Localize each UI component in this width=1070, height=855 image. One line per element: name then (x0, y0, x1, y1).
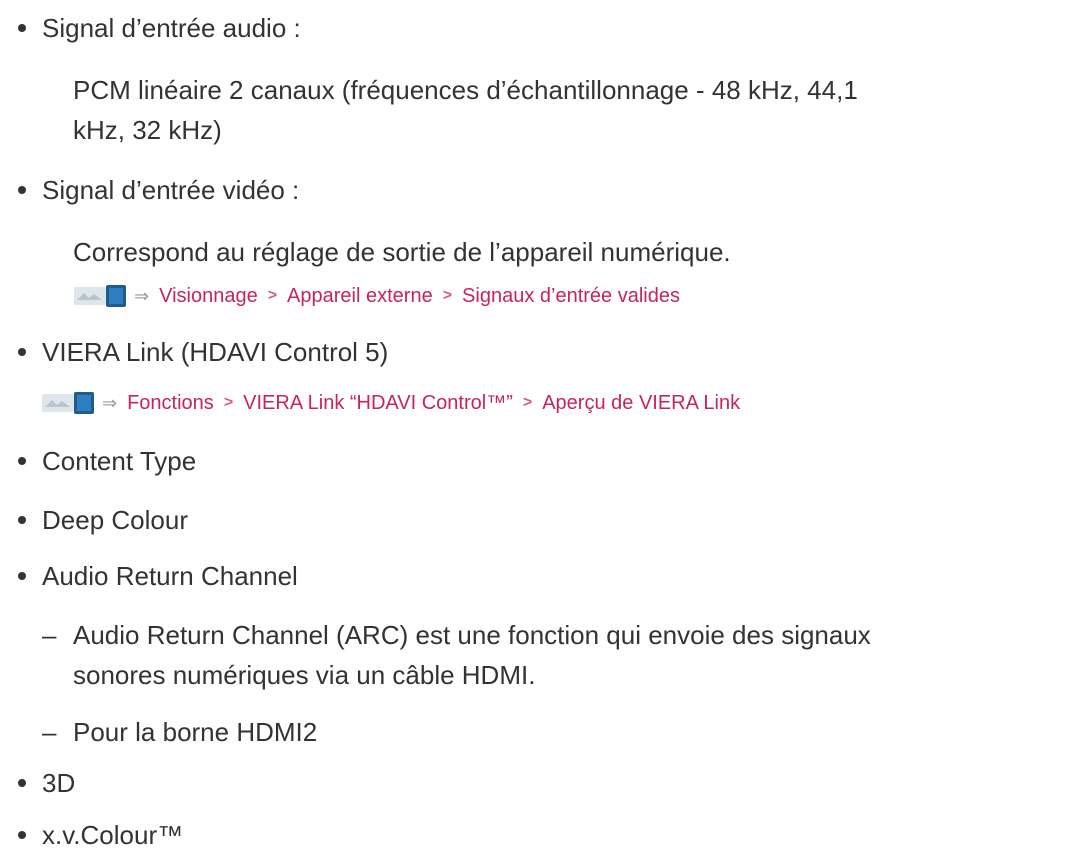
bullet-icon (18, 572, 26, 580)
arc-description-line2: sonores numériques via un câble HDMI. (73, 660, 536, 690)
link-signaux-entree-valides[interactable]: Signaux d’entrée valides (462, 285, 680, 308)
link-apercu-viera-link[interactable]: Aperçu de VIERA Link (542, 392, 740, 415)
list-item-label: Signal d’entrée vidéo : (42, 174, 300, 205)
dash-icon: – (42, 717, 57, 747)
video-description: Correspond au réglage de sortie de l’app… (73, 237, 731, 267)
separator-icon: > (267, 287, 278, 304)
bullet-icon (18, 24, 26, 32)
separator-icon: > (223, 394, 234, 411)
list-item-label: Signal d’entrée audio : (42, 12, 301, 43)
bullet-icon (18, 516, 26, 524)
bullet-icon (18, 779, 26, 787)
link-viera-link-hdavi[interactable]: VIERA Link “HDAVI Control™” (243, 392, 513, 415)
arc-description-line1: Audio Return Channel (ARC) est une fonct… (73, 620, 871, 650)
arrow-icon: ⇒ (102, 392, 118, 413)
link-fonctions[interactable]: Fonctions (127, 392, 214, 415)
tv-menu-icon (42, 392, 94, 414)
bullet-icon (18, 457, 26, 465)
nav-path-visionnage: ⇒ Visionnage > Appareil externe > Signau… (74, 281, 680, 311)
nav-path-fonctions: ⇒ Fonctions > VIERA Link “HDAVI Control™… (42, 388, 740, 418)
list-item-label: Deep Colour (42, 504, 188, 535)
bullet-icon (18, 831, 26, 839)
bullet-icon (18, 348, 26, 356)
audio-description-line2: kHz, 32 kHz) (73, 115, 222, 145)
list-item-label: 3D (42, 767, 76, 798)
link-appareil-externe[interactable]: Appareil externe (287, 285, 433, 308)
bullet-icon (18, 186, 26, 194)
list-item-label: VIERA Link (HDAVI Control 5) (42, 336, 389, 367)
arc-hdmi2-note: Pour la borne HDMI2 (73, 717, 318, 747)
separator-icon: > (442, 287, 453, 304)
audio-description-line1: PCM linéaire 2 canaux (fréquences d’écha… (73, 75, 858, 105)
dash-icon: – (42, 620, 57, 650)
separator-icon: > (522, 394, 533, 411)
list-item-label: Audio Return Channel (42, 560, 298, 591)
list-item-label: x.v.Colour™ (42, 819, 184, 850)
tv-menu-icon (74, 285, 126, 307)
list-item-label: Content Type (42, 445, 197, 476)
arrow-icon: ⇒ (134, 285, 150, 306)
link-visionnage[interactable]: Visionnage (159, 285, 258, 308)
